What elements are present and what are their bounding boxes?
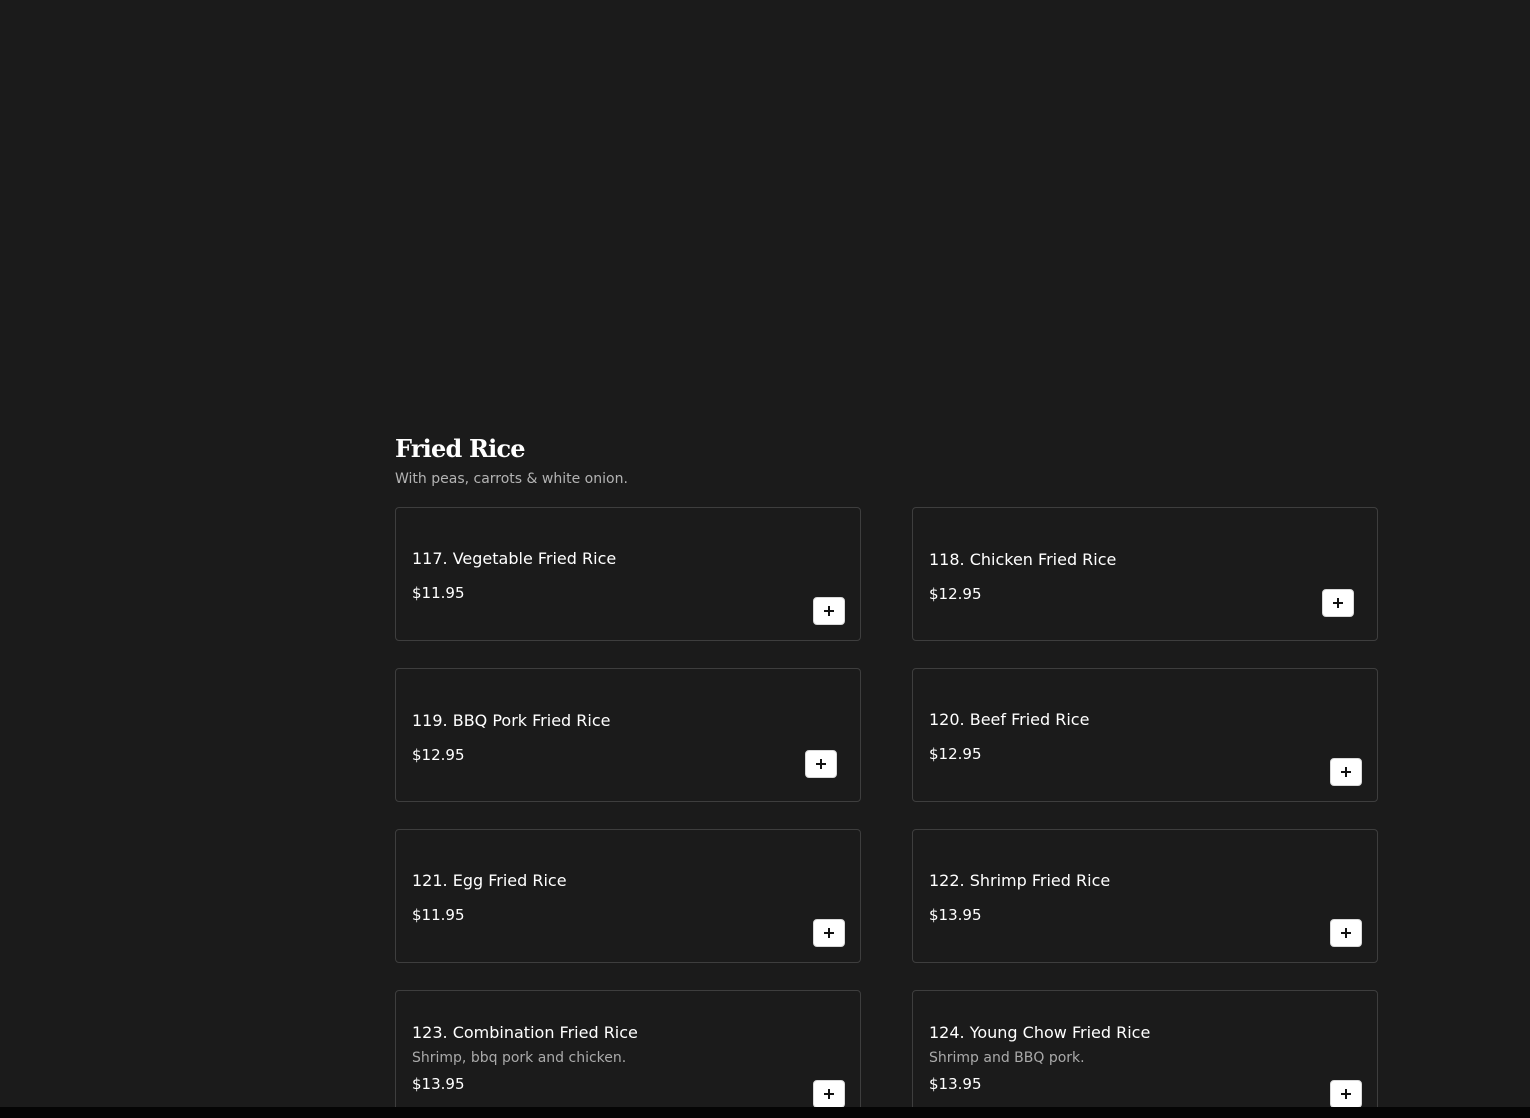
menu-item-name: 122. Shrimp Fried Rice: [929, 871, 1111, 890]
menu-item-name: 117. Vegetable Fried Rice: [412, 549, 617, 568]
plus-icon: [1333, 598, 1343, 608]
add-to-cart-button[interactable]: [813, 1080, 845, 1108]
plus-icon: [816, 759, 826, 769]
menu-item-description: Shrimp, bbq pork and chicken.: [412, 1050, 627, 1066]
page: Fried Rice With peas, carrots & white on…: [0, 0, 1530, 1118]
menu-item-name: 123. Combination Fried Rice: [412, 1023, 638, 1042]
add-to-cart-button[interactable]: [1330, 758, 1362, 786]
add-to-cart-button[interactable]: [1330, 919, 1362, 947]
menu-item-card[interactable]: 124. Young Chow Fried Rice Shrimp and BB…: [912, 990, 1378, 1118]
plus-icon: [1341, 767, 1351, 777]
add-to-cart-button[interactable]: [1330, 1080, 1362, 1108]
menu-item-card[interactable]: 120. Beef Fried Rice $12.95: [912, 668, 1378, 802]
menu-item-description: Shrimp and BBQ pork.: [929, 1050, 1085, 1066]
menu-item-name: 118. Chicken Fried Rice: [929, 550, 1117, 569]
menu-item-card[interactable]: 122. Shrimp Fried Rice $13.95: [912, 829, 1378, 963]
add-to-cart-button[interactable]: [813, 919, 845, 947]
menu-item-price: $13.95: [929, 906, 982, 924]
plus-icon: [824, 928, 834, 938]
menu-item-name: 120. Beef Fried Rice: [929, 710, 1090, 729]
menu-item-price: $11.95: [412, 906, 465, 924]
menu-item-name: 121. Egg Fried Rice: [412, 871, 567, 890]
add-to-cart-button[interactable]: [1322, 589, 1354, 617]
menu-item-name: 124. Young Chow Fried Rice: [929, 1023, 1151, 1042]
plus-icon: [824, 1089, 834, 1099]
section-description: With peas, carrots & white onion.: [395, 471, 628, 487]
menu-item-card[interactable]: 121. Egg Fried Rice $11.95: [395, 829, 861, 963]
menu-item-card[interactable]: 118. Chicken Fried Rice $12.95: [912, 507, 1378, 641]
menu-item-price: $11.95: [412, 584, 465, 602]
menu-item-card[interactable]: 123. Combination Fried Rice Shrimp, bbq …: [395, 990, 861, 1118]
menu-item-price: $12.95: [412, 746, 465, 764]
section-title: Fried Rice: [395, 434, 526, 463]
menu-item-card[interactable]: 119. BBQ Pork Fried Rice $12.95: [395, 668, 861, 802]
plus-icon: [824, 606, 834, 616]
plus-icon: [1341, 928, 1351, 938]
plus-icon: [1341, 1089, 1351, 1099]
add-to-cart-button[interactable]: [805, 750, 837, 778]
menu-item-price: $13.95: [929, 1075, 982, 1093]
menu-item-price: $13.95: [412, 1075, 465, 1093]
menu-item-card[interactable]: 117. Vegetable Fried Rice $11.95: [395, 507, 861, 641]
menu-item-name: 119. BBQ Pork Fried Rice: [412, 711, 611, 730]
add-to-cart-button[interactable]: [813, 597, 845, 625]
bottom-edge-bar: [0, 1107, 1530, 1118]
menu-item-price: $12.95: [929, 585, 982, 603]
menu-item-price: $12.95: [929, 745, 982, 763]
